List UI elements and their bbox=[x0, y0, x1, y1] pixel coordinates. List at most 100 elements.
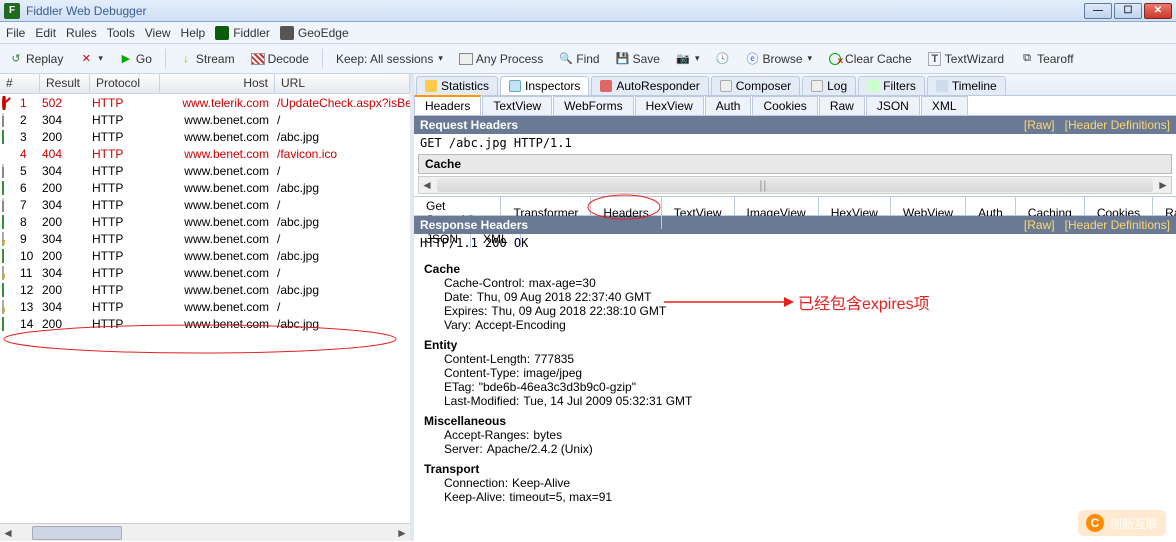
textwizard-button[interactable]: TextWizard bbox=[923, 49, 1009, 69]
resp-tab-headers[interactable]: Headers bbox=[591, 197, 661, 229]
any-process-button[interactable]: Any Process bbox=[454, 49, 548, 69]
session-row[interactable]: 9304HTTPwww.benet.com/ bbox=[0, 230, 410, 247]
clear-cache-icon bbox=[829, 53, 841, 65]
decode-icon bbox=[251, 53, 265, 65]
tab-log[interactable]: Log bbox=[802, 76, 856, 95]
session-row[interactable]: 10200HTTPwww.benet.com/abc.jpg bbox=[0, 247, 410, 264]
col-protocol[interactable]: Protocol bbox=[90, 74, 160, 93]
menu-rules[interactable]: Rules bbox=[66, 26, 97, 40]
cell-url: / bbox=[277, 266, 410, 280]
request-cache-group[interactable]: Cache bbox=[418, 154, 1172, 174]
tab-label: AutoResponder bbox=[616, 79, 699, 93]
req-tab-headers[interactable]: Headers bbox=[414, 95, 481, 115]
timer-button[interactable] bbox=[710, 49, 734, 69]
menu-fiddler[interactable]: Fiddler bbox=[215, 26, 270, 40]
req-tab-textview[interactable]: TextView bbox=[482, 96, 552, 115]
remove-button[interactable] bbox=[74, 49, 108, 69]
scroll-left-icon[interactable]: ◄ bbox=[0, 525, 16, 541]
col-result[interactable]: Result bbox=[40, 74, 90, 93]
header-definitions-link[interactable]: [Header Definitions] bbox=[1065, 118, 1170, 132]
decode-button[interactable]: Decode bbox=[246, 49, 314, 69]
req-tab-webforms[interactable]: WebForms bbox=[553, 96, 633, 115]
header-row[interactable]: Last-Modified:Tue, 14 Jul 2009 05:32:31 … bbox=[444, 394, 1166, 408]
req-tab-xml[interactable]: XML bbox=[921, 96, 968, 115]
screenshot-button[interactable] bbox=[671, 49, 705, 69]
replay-button[interactable]: Replay bbox=[4, 49, 68, 69]
header-row[interactable]: Vary:Accept-Encoding bbox=[444, 318, 1166, 332]
keep-sessions-select[interactable]: Keep: All sessions bbox=[331, 49, 448, 69]
session-type-icon bbox=[2, 181, 20, 195]
tab-filters[interactable]: Filters bbox=[858, 76, 925, 95]
tab-inspectors[interactable]: Inspectors bbox=[500, 76, 589, 95]
req-tab-hexview[interactable]: HexView bbox=[635, 96, 704, 115]
tab-timeline[interactable]: Timeline bbox=[927, 76, 1006, 95]
tearoff-button[interactable]: Tearoff bbox=[1015, 49, 1078, 69]
clock-icon bbox=[715, 52, 729, 66]
tab-autoresponder[interactable]: AutoResponder bbox=[591, 76, 708, 95]
req-tab-cookies[interactable]: Cookies bbox=[752, 96, 817, 115]
session-row[interactable]: 6200HTTPwww.benet.com/abc.jpg bbox=[0, 179, 410, 196]
find-button[interactable]: Find bbox=[554, 49, 604, 69]
sessions-hscroll[interactable]: ◄ ► bbox=[0, 523, 410, 541]
session-row[interactable]: 4404HTTPwww.benet.com/favicon.ico bbox=[0, 145, 410, 162]
cell-url: /UpdateCheck.aspx?isBet bbox=[277, 96, 410, 110]
header-row[interactable]: Accept-Ranges:bytes bbox=[444, 428, 1166, 442]
cell-result: 502 bbox=[42, 96, 92, 110]
scroll-track[interactable] bbox=[437, 178, 1153, 192]
session-row[interactable]: 2304HTTPwww.benet.com/ bbox=[0, 111, 410, 128]
session-row[interactable]: 11304HTTPwww.benet.com/ bbox=[0, 264, 410, 281]
header-row[interactable]: Server:Apache/2.4.2 (Unix) bbox=[444, 442, 1166, 456]
menu-edit[interactable]: Edit bbox=[35, 26, 56, 40]
scroll-right-icon[interactable]: ► bbox=[1155, 178, 1171, 192]
header-row[interactable]: Content-Type:image/jpeg bbox=[444, 366, 1166, 380]
scroll-right-icon[interactable]: ► bbox=[394, 525, 410, 541]
session-row[interactable]: 5304HTTPwww.benet.com/ bbox=[0, 162, 410, 179]
session-row[interactable]: 12200HTTPwww.benet.com/abc.jpg bbox=[0, 281, 410, 298]
session-row[interactable]: 1502HTTPwww.telerik.com/UpdateCheck.aspx… bbox=[0, 94, 410, 111]
header-row[interactable]: Connection:Keep-Alive bbox=[444, 476, 1166, 490]
session-row[interactable]: 8200HTTPwww.benet.com/abc.jpg bbox=[0, 213, 410, 230]
tab-composer[interactable]: Composer bbox=[711, 76, 800, 95]
menu-help[interactable]: Help bbox=[181, 26, 206, 40]
session-type-icon bbox=[2, 300, 20, 314]
raw-link[interactable]: [Raw] bbox=[1024, 118, 1055, 132]
req-tab-auth[interactable]: Auth bbox=[705, 96, 752, 115]
browse-button[interactable]: Browse bbox=[740, 49, 817, 69]
request-hscroll[interactable]: ◄ ► bbox=[418, 176, 1172, 194]
session-row[interactable]: 14200HTTPwww.benet.com/abc.jpg bbox=[0, 315, 410, 332]
raw-link[interactable]: [Raw] bbox=[1024, 218, 1055, 232]
minimize-button[interactable]: — bbox=[1084, 3, 1112, 19]
col-url[interactable]: URL bbox=[275, 74, 410, 93]
menu-view[interactable]: View bbox=[145, 26, 171, 40]
req-tab-raw[interactable]: Raw bbox=[819, 96, 865, 115]
session-row[interactable]: 3200HTTPwww.benet.com/abc.jpg bbox=[0, 128, 410, 145]
session-row[interactable]: 7304HTTPwww.benet.com/ bbox=[0, 196, 410, 213]
header-definitions-link[interactable]: [Header Definitions] bbox=[1065, 218, 1170, 232]
annotation-headers-tab-circle bbox=[585, 193, 663, 221]
maximize-button[interactable]: ☐ bbox=[1114, 3, 1142, 19]
header-row[interactable]: Content-Length:777835 bbox=[444, 352, 1166, 366]
scroll-left-icon[interactable]: ◄ bbox=[419, 178, 435, 192]
session-row[interactable]: 13304HTTPwww.benet.com/ bbox=[0, 298, 410, 315]
process-icon bbox=[459, 53, 473, 65]
stream-button[interactable]: Stream bbox=[174, 49, 240, 69]
save-button[interactable]: Save bbox=[611, 49, 665, 69]
cell-result: 200 bbox=[42, 130, 92, 144]
scroll-thumb[interactable] bbox=[32, 526, 122, 540]
header-row[interactable]: ETag:"bde6b-46ea3c3d3b9c0-gzip" bbox=[444, 380, 1166, 394]
menu-tools[interactable]: Tools bbox=[107, 26, 135, 40]
go-button[interactable]: Go bbox=[114, 49, 157, 69]
col-host[interactable]: Host bbox=[160, 74, 275, 93]
close-button[interactable]: ✕ bbox=[1144, 3, 1172, 19]
menu-file[interactable]: File bbox=[6, 26, 25, 40]
clear-cache-button[interactable]: Clear Cache bbox=[823, 49, 917, 69]
col-number[interactable]: # bbox=[0, 74, 40, 93]
cell-host: www.benet.com bbox=[162, 215, 277, 229]
menu-geoedge[interactable]: GeoEdge bbox=[280, 26, 349, 40]
header-row[interactable]: Keep-Alive:timeout=5, max=91 bbox=[444, 490, 1166, 504]
tab-statistics[interactable]: Statistics bbox=[416, 76, 498, 95]
cell-number: 7 bbox=[20, 198, 42, 212]
header-row[interactable]: Cache-Control:max-age=30 bbox=[444, 276, 1166, 290]
sessions-list[interactable]: 1502HTTPwww.telerik.com/UpdateCheck.aspx… bbox=[0, 94, 410, 523]
req-tab-json[interactable]: JSON bbox=[866, 96, 920, 115]
